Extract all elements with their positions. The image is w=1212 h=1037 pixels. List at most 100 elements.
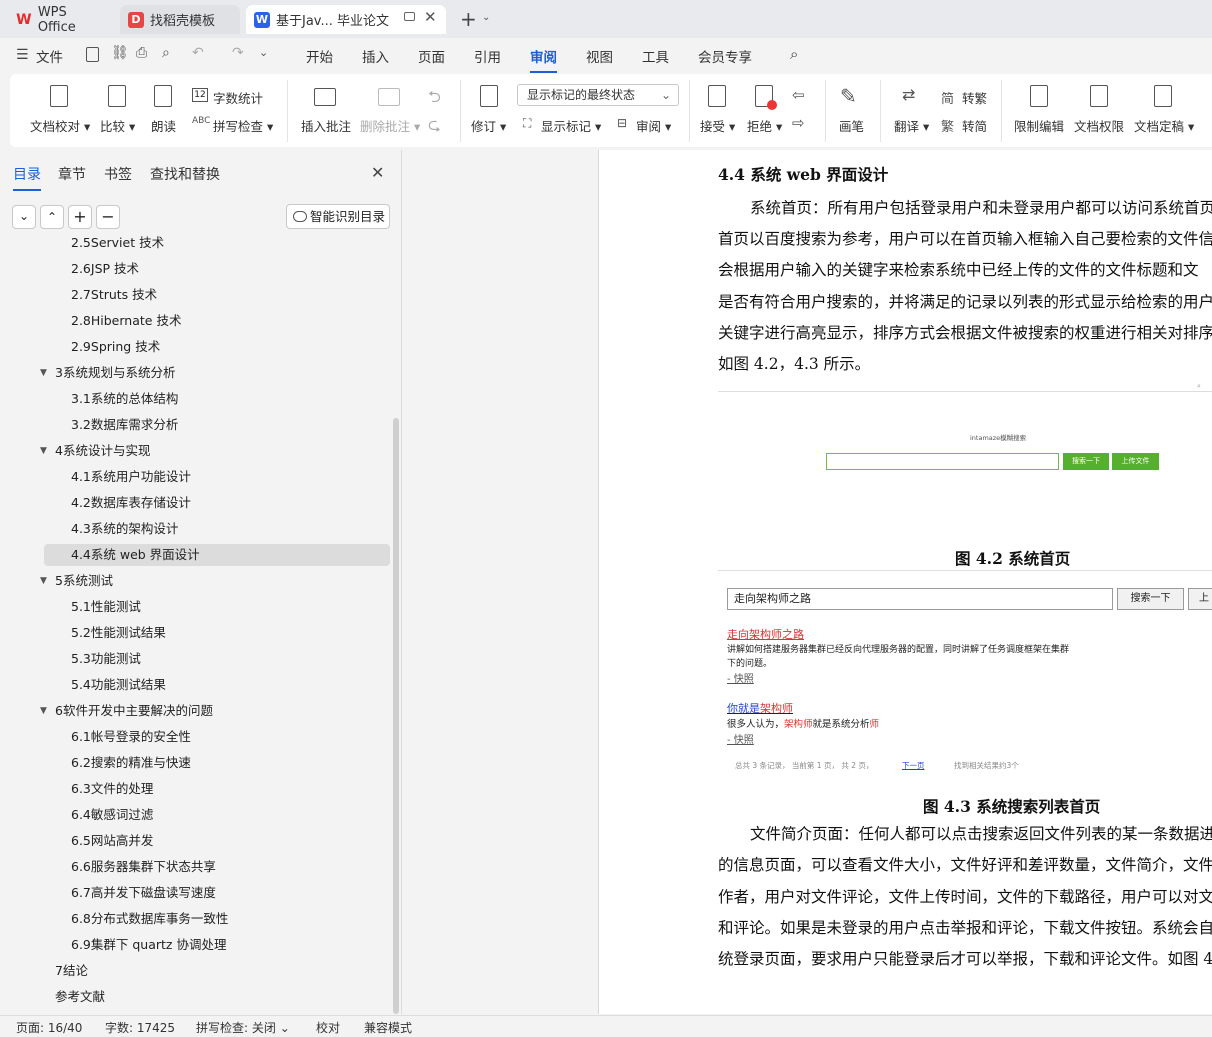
toc-item[interactable]: 6.4敏感词过滤: [71, 803, 153, 827]
tab-document[interactable]: W 基于Jav... 毕业论文 ✕: [246, 5, 446, 34]
toc-item[interactable]: 6.1帐号登录的安全性: [71, 725, 191, 749]
tab-toc[interactable]: 目录: [13, 164, 41, 191]
compare-button[interactable]: 比较 ▾: [100, 116, 135, 135]
chevron-down-icon[interactable]: ⌄: [482, 12, 490, 23]
status-words[interactable]: 字数: 17425: [105, 1019, 175, 1036]
window-restore-icon[interactable]: [404, 12, 415, 21]
menu-tools[interactable]: 工具: [642, 46, 669, 66]
toc-expand-icon[interactable]: ▼: [40, 706, 47, 716]
toc-item[interactable]: 3.1系统的总体结构: [71, 387, 178, 411]
print-preview-icon[interactable]: ⌕: [162, 45, 170, 61]
toc-item[interactable]: 3.2数据库需求分析: [71, 413, 178, 437]
insert-comment-button[interactable]: 插入批注: [301, 116, 351, 135]
to-traditional-button[interactable]: 转繁: [962, 88, 987, 107]
paragraph-line: 统登录页面，要求用户只能登录后才可以举报，下载和评论文件。如图 4.4: [718, 950, 1212, 968]
next-change-icon[interactable]: ⇨: [792, 114, 805, 132]
toc-item[interactable]: 5系统测试: [55, 569, 113, 593]
print-icon[interactable]: ⎙: [136, 45, 147, 61]
doc-finalize-button[interactable]: 文档定稿 ▾: [1134, 116, 1194, 135]
toc-expand-icon[interactable]: ▼: [40, 446, 47, 456]
toc-item[interactable]: 2.9Spring 技术: [71, 335, 160, 359]
toc-item[interactable]: 5.2性能测试结果: [71, 621, 166, 645]
close-pane-icon[interactable]: ✕: [371, 163, 384, 182]
show-markup-button[interactable]: 显示标记 ▾: [541, 116, 601, 135]
restrict-edit-button[interactable]: 限制编辑: [1014, 116, 1064, 135]
toc-item[interactable]: 5.3功能测试: [71, 647, 141, 671]
toc-item[interactable]: 6.5网站高并发: [71, 829, 153, 853]
toc-scrollbar[interactable]: [393, 418, 399, 1014]
toc-expand-icon[interactable]: ▼: [40, 576, 47, 586]
status-proof[interactable]: 校对: [316, 1019, 340, 1036]
tab-wps-office[interactable]: W WPS Office: [8, 5, 116, 35]
previous-comment-icon[interactable]: ⮌: [428, 86, 441, 113]
read-aloud-button[interactable]: 朗读: [151, 116, 176, 135]
tab-bookmarks[interactable]: 书签: [104, 164, 132, 184]
toc-item[interactable]: 4.2数据库表存储设计: [71, 491, 191, 515]
toc-item[interactable]: 2.8Hibernate 技术: [71, 309, 181, 333]
tab-find-replace[interactable]: 查找和替换: [150, 164, 220, 184]
menu-reference[interactable]: 引用: [474, 46, 501, 66]
toc-item[interactable]: 6.8分布式数据库事务一致性: [71, 907, 228, 931]
doc-check-button[interactable]: 文档校对 ▾: [30, 116, 90, 135]
previous-change-icon[interactable]: ⇦: [792, 86, 805, 104]
tab-chapters[interactable]: 章节: [58, 164, 86, 184]
collapse-down-button[interactable]: ⌄: [12, 205, 36, 229]
doc-permission-button[interactable]: 文档权限: [1074, 116, 1124, 135]
toc-item[interactable]: 4.4系统 web 界面设计: [71, 543, 200, 567]
save-icon[interactable]: [86, 47, 99, 62]
move-up-button[interactable]: ⌃: [40, 205, 64, 229]
translate-button[interactable]: 翻译 ▾: [894, 116, 929, 135]
new-tab-icon[interactable]: +: [460, 7, 477, 31]
hamburger-icon[interactable]: ☰: [16, 47, 29, 63]
pen-button[interactable]: 画笔: [839, 116, 864, 135]
toc-item[interactable]: 6.9集群下 quartz 协调处理: [71, 933, 226, 957]
remove-heading-button[interactable]: −: [96, 205, 120, 229]
toc-item[interactable]: 4.1系统用户功能设计: [71, 465, 191, 489]
accept-button[interactable]: 接受 ▾: [700, 116, 735, 135]
redo-icon[interactable]: ↷: [232, 45, 244, 61]
status-spell[interactable]: 拼写检查: 关闭 ⌄: [196, 1019, 290, 1036]
delete-comment-button[interactable]: 删除批注 ▾: [360, 116, 420, 135]
toc-item[interactable]: 2.6JSP 技术: [71, 257, 139, 281]
toc-expand-icon[interactable]: ▼: [40, 368, 47, 378]
undo-icon[interactable]: ↶: [192, 45, 204, 61]
reject-button[interactable]: 拒绝 ▾: [747, 116, 782, 135]
toc-item[interactable]: 5.4功能测试结果: [71, 673, 166, 697]
search-icon[interactable]: ⌕: [790, 45, 798, 63]
menu-file[interactable]: 文件: [36, 46, 63, 66]
toc-item[interactable]: 6.6服务器集群下状态共享: [71, 855, 216, 879]
to-simplified-button[interactable]: 转简: [962, 116, 987, 135]
toc-item[interactable]: 3系统规划与系统分析: [55, 361, 175, 385]
toc-item[interactable]: 6.7高并发下磁盘读写速度: [71, 881, 216, 905]
next-comment-icon[interactable]: ⮎: [428, 114, 441, 141]
menu-page[interactable]: 页面: [418, 46, 445, 66]
tab-docer[interactable]: D 找稻壳模板: [120, 5, 240, 34]
toc-item[interactable]: 6软件开发中主要解决的问题: [55, 699, 213, 723]
toc-item[interactable]: 参考文献: [55, 985, 105, 1009]
menu-start[interactable]: 开始: [306, 46, 333, 66]
link-icon[interactable]: ⛓: [111, 45, 129, 61]
toc-item[interactable]: 4系统设计与实现: [55, 439, 150, 463]
close-tab-icon[interactable]: ✕: [424, 8, 437, 26]
spell-check-button[interactable]: 拼写检查 ▾: [213, 116, 273, 135]
quick-access-more-icon[interactable]: ⌄: [259, 46, 268, 59]
add-heading-button[interactable]: +: [68, 205, 92, 229]
menu-insert[interactable]: 插入: [362, 46, 389, 66]
word-count-button[interactable]: 字数统计: [213, 88, 263, 107]
menu-review[interactable]: 审阅: [530, 46, 557, 73]
toc-item[interactable]: 6.2搜索的精准与快速: [71, 751, 191, 775]
toc-item[interactable]: 2.7Struts 技术: [71, 283, 157, 307]
markup-state-select[interactable]: 显示标记的最终状态 ⌄: [517, 84, 679, 106]
status-page[interactable]: 页面: 16/40: [16, 1019, 82, 1036]
toc-item[interactable]: 2.5Serviet 技术: [71, 234, 164, 255]
toc-item[interactable]: 5.1性能测试: [71, 595, 141, 619]
toc-item[interactable]: 4.3系统的架构设计: [71, 517, 178, 541]
smart-toc-button[interactable]: 智能识别目录: [286, 204, 390, 229]
toc-item[interactable]: 7结论: [55, 959, 88, 983]
review-pane-button[interactable]: 审阅 ▾: [636, 116, 671, 135]
menu-member[interactable]: 会员专享: [698, 46, 752, 66]
status-compat[interactable]: 兼容模式: [364, 1019, 412, 1036]
menu-view[interactable]: 视图: [586, 46, 613, 66]
toc-item[interactable]: 6.3文件的处理: [71, 777, 153, 801]
revise-button[interactable]: 修订 ▾: [471, 116, 506, 135]
